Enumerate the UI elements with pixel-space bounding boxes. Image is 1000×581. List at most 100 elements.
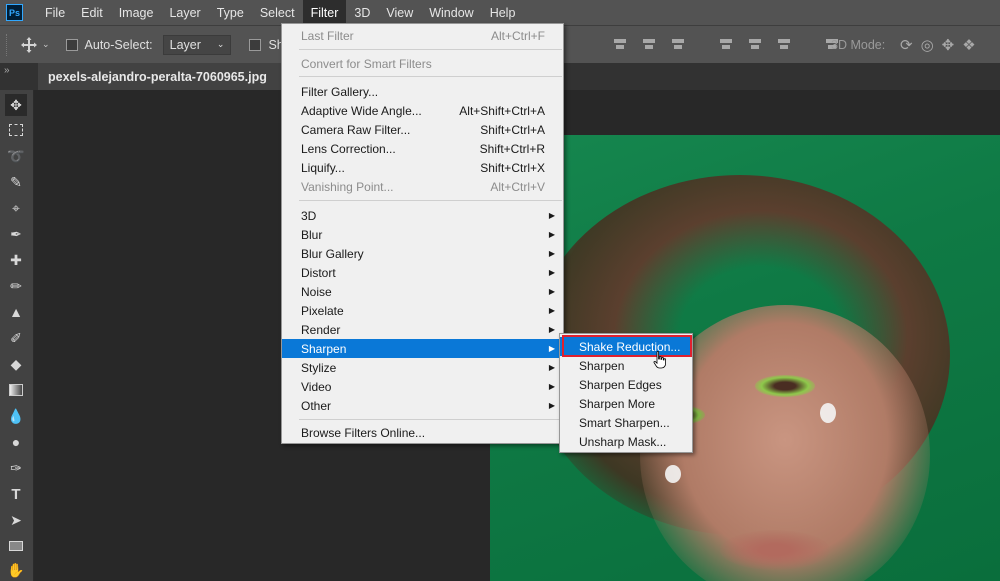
3d-roll-icon[interactable]: ◎ [921,36,934,54]
options-grip [6,33,8,56]
menu-item-label: Noise [301,284,332,299]
blur-tool-icon[interactable]: 💧 [5,405,27,427]
menu-item-label: Liquify... [301,160,345,175]
eraser-tool-icon[interactable]: ◆ [5,353,27,375]
menu-separator [299,419,562,420]
menu-item-render[interactable]: Render ▶ [282,320,563,339]
menu-item-label: Sharpen [579,358,625,373]
menu-item-label: Smart Sharpen... [579,415,670,430]
clone-stamp-icon[interactable]: ▲ [5,301,27,323]
menu-select[interactable]: Select [252,0,303,25]
menu-item-blur-gallery[interactable]: Blur Gallery ▶ [282,244,563,263]
menu-item-label: Unsharp Mask... [579,434,667,449]
submenu-item-sharpen-more[interactable]: Sharpen More [560,394,692,413]
3d-pan-icon[interactable]: ✥ [942,36,955,54]
align-top-icon[interactable] [612,37,628,51]
pen-tool-icon[interactable]: ✑ [5,457,27,479]
menu-item-shortcut: Alt+Ctrl+F [490,28,545,43]
menu-item-video[interactable]: Video ▶ [282,377,563,396]
menu-item-filter-gallery[interactable]: Filter Gallery... [282,82,563,101]
menu-item-label: Video [301,379,332,394]
menu-item-vanishing-point[interactable]: Vanishing Point... Alt+Ctrl+V [282,177,563,196]
menu-image[interactable]: Image [111,0,162,25]
menu-item-pixelate[interactable]: Pixelate ▶ [282,301,563,320]
submenu-arrow-icon: ▶ [548,306,555,315]
lasso-tool-icon[interactable]: ➰ [5,145,27,167]
submenu-arrow-icon: ▶ [548,249,555,258]
menu-help[interactable]: Help [482,0,524,25]
menu-item-noise[interactable]: Noise ▶ [282,282,563,301]
menu-window[interactable]: Window [421,0,481,25]
menu-item-browse-filters-online[interactable]: Browse Filters Online... [282,423,563,442]
move-tool-icon[interactable] [20,36,38,54]
align-right-icon[interactable] [776,37,792,51]
gradient-tool-icon[interactable] [5,379,27,401]
menu-item-distort[interactable]: Distort ▶ [282,263,563,282]
path-select-icon[interactable]: ➤ [5,509,27,531]
menu-item-blur[interactable]: Blur ▶ [282,225,563,244]
crop-tool-icon[interactable]: ⌖ [5,197,27,219]
submenu-arrow-icon: ▶ [548,382,555,391]
menu-item-sharpen[interactable]: Sharpen ▶ [282,339,563,358]
menu-item-other[interactable]: Other ▶ [282,396,563,415]
menu-item-shortcut: Alt+Shift+Ctrl+A [459,103,545,118]
brush-tool-icon[interactable]: ✏ [5,275,27,297]
3d-mode-label: 3D Mode: [831,38,886,52]
menu-separator [299,49,562,50]
menu-item-convert-smart-filters[interactable]: Convert for Smart Filters [282,54,563,73]
layer-dropdown[interactable]: Layer ⌄ [162,34,232,55]
photoshop-logo-icon: Ps [6,4,23,21]
menu-item-last-filter[interactable]: Last Filter Alt+Ctrl+F [282,26,563,45]
menu-item-liquify[interactable]: Liquify... Shift+Ctrl+X [282,158,563,177]
menu-type[interactable]: Type [209,0,252,25]
menu-item-3d[interactable]: 3D ▶ [282,206,563,225]
menu-3d[interactable]: 3D [346,0,378,25]
3d-orbit-icon[interactable]: ⟳ [900,36,913,54]
submenu-item-smart-sharpen[interactable]: Smart Sharpen... [560,413,692,432]
submenu-arrow-icon: ▶ [548,211,555,220]
menu-item-label: Stylize [301,360,337,375]
menu-item-stylize[interactable]: Stylize ▶ [282,358,563,377]
menu-item-lens-correction[interactable]: Lens Correction... Shift+Ctrl+R [282,139,563,158]
quick-select-tool-icon[interactable]: ✎ [5,171,27,193]
submenu-item-sharpen-edges[interactable]: Sharpen Edges [560,375,692,394]
move-tool-icon[interactable]: ✥ [5,94,27,116]
align-vcenter-icon[interactable] [641,37,657,51]
dodge-tool-icon[interactable]: ● [5,431,27,453]
auto-select-checkbox[interactable] [65,38,78,51]
healing-brush-icon[interactable]: ✚ [5,249,27,271]
type-tool-icon[interactable]: T [5,483,27,505]
show-transform-checkbox[interactable] [249,38,262,51]
menu-item-shortcut: Alt+Ctrl+V [490,179,545,194]
document-tab[interactable]: pexels-alejandro-peralta-7060965.jpg [38,63,288,90]
panel-collapse-icon[interactable]: » [0,63,38,90]
menu-item-camera-raw-filter[interactable]: Camera Raw Filter... Shift+Ctrl+A [282,120,563,139]
3d-slide-icon[interactable]: ❖ [962,36,975,54]
rectangle-tool-icon[interactable] [5,535,27,557]
align-hcenter-icon[interactable] [747,37,763,51]
submenu-arrow-icon: ▶ [548,325,555,334]
image-highlight [665,465,681,483]
eyedropper-tool-icon[interactable]: ✒ [5,223,27,245]
chevron-down-icon[interactable]: ⌄ [42,39,50,50]
menu-filter[interactable]: Filter [302,0,347,25]
menu-edit[interactable]: Edit [73,0,111,25]
history-brush-icon[interactable]: ✐ [5,327,27,349]
auto-select-label: Auto-Select: [84,37,153,52]
menu-view[interactable]: View [378,0,421,25]
hand-tool-icon[interactable]: ✋ [5,559,27,581]
menu-layer[interactable]: Layer [161,0,208,25]
submenu-item-sharpen[interactable]: Sharpen [560,356,692,375]
menu-item-adaptive-wide-angle[interactable]: Adaptive Wide Angle... Alt+Shift+Ctrl+A [282,101,563,120]
callout-highlight-box [562,335,692,357]
menu-file[interactable]: File [37,0,73,25]
align-bottom-icon[interactable] [670,37,686,51]
filter-menu-dropdown: Last Filter Alt+Ctrl+F Convert for Smart… [281,23,564,444]
align-buttons [612,37,840,51]
marquee-tool-icon[interactable] [5,119,27,141]
align-left-icon[interactable] [718,37,734,51]
submenu-arrow-icon: ▶ [548,230,555,239]
submenu-item-unsharp-mask[interactable]: Unsharp Mask... [560,432,692,451]
submenu-arrow-icon: ▶ [548,268,555,277]
submenu-arrow-icon: ▶ [548,401,555,410]
